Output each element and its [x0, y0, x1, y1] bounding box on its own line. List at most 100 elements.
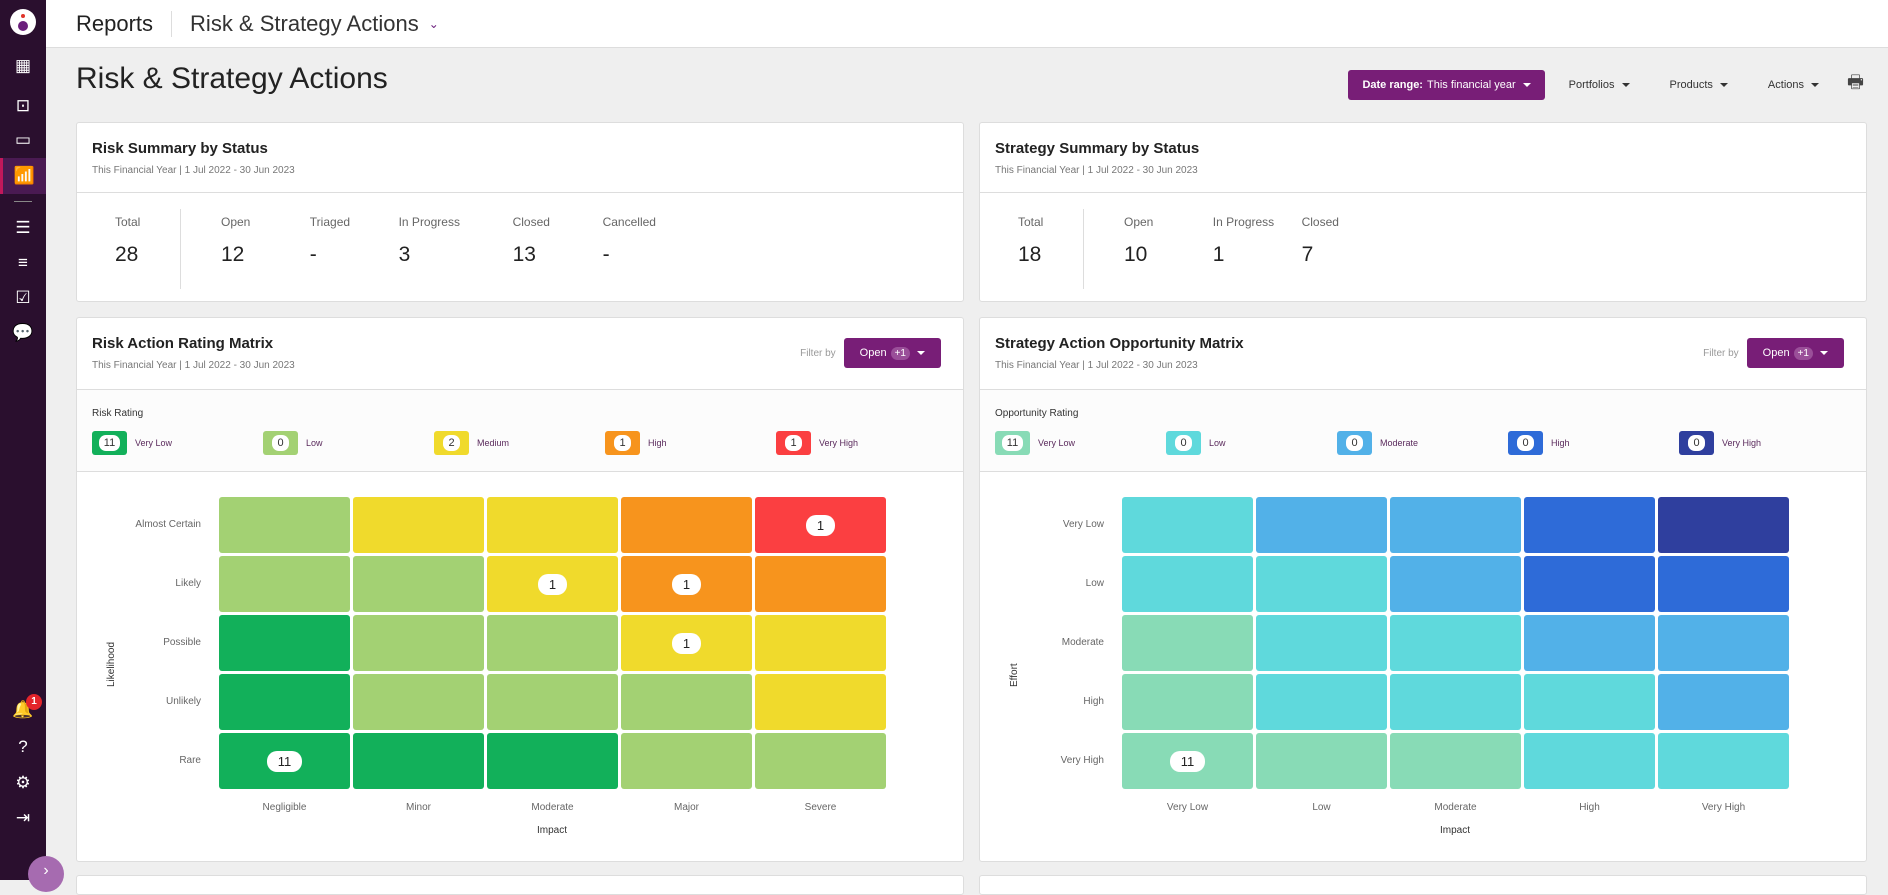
checklist-icon[interactable]: ☑ [0, 280, 46, 316]
legend-count: 0 [1346, 435, 1363, 451]
legend-name: High [648, 438, 667, 448]
matrix-cell[interactable] [1658, 497, 1789, 553]
actions-dropdown[interactable]: Actions [1768, 79, 1819, 91]
x-axis-title: Impact [1440, 825, 1471, 836]
calendar-icon[interactable]: ▭ [0, 122, 46, 158]
filter-control: Filter by Open +1 [800, 338, 941, 368]
matrix-cell[interactable] [621, 497, 752, 553]
matrix-grid: 1 1 1 1 11 [219, 497, 886, 789]
cell-count: 1 [671, 632, 702, 654]
matrix-cell[interactable] [1256, 733, 1387, 789]
inbox-icon[interactable]: ⊡ [0, 88, 46, 124]
matrix-cell[interactable] [1658, 556, 1789, 612]
filter-button[interactable]: Open +1 [1746, 338, 1844, 368]
matrix-cell[interactable] [621, 733, 752, 789]
matrix-cell[interactable] [487, 674, 618, 730]
expand-sidebar-button[interactable]: › [28, 856, 64, 892]
matrix-cell[interactable] [1122, 674, 1253, 730]
matrix-cell[interactable] [353, 615, 484, 671]
caret-down-icon [1811, 83, 1819, 88]
matrix-cell[interactable]: 1 [621, 556, 752, 612]
matrix-cell[interactable] [1122, 556, 1253, 612]
matrix-cell[interactable] [219, 674, 350, 730]
date-range-button[interactable]: Date range: This financial year [1348, 70, 1545, 100]
matrix-cell[interactable] [219, 556, 350, 612]
legend-name: Low [1209, 438, 1226, 448]
app-logo[interactable] [10, 9, 36, 35]
report-selector[interactable]: Risk & Strategy Actions [190, 11, 419, 37]
matrix-cell[interactable] [1390, 556, 1521, 612]
roadmap-icon[interactable]: ☰ [0, 210, 46, 246]
matrix-cell[interactable] [219, 497, 350, 553]
stat-cancelled: Cancelled - [603, 215, 699, 289]
matrix-cell[interactable] [1524, 733, 1655, 789]
matrix-cell[interactable] [1390, 674, 1521, 730]
filter-button[interactable]: Open +1 [843, 338, 941, 368]
matrix-cell[interactable] [1256, 556, 1387, 612]
matrix-cell[interactable] [353, 733, 484, 789]
matrix-cell[interactable]: 11 [219, 733, 350, 789]
matrix-cell[interactable] [1256, 497, 1387, 553]
matrix-cell[interactable] [755, 556, 886, 612]
matrix-cell[interactable] [755, 674, 886, 730]
logout-icon[interactable]: ⇥ [0, 800, 46, 836]
breadcrumb-reports[interactable]: Reports [76, 11, 153, 37]
matrix-cell[interactable] [1390, 733, 1521, 789]
matrix-cell[interactable] [353, 556, 484, 612]
matrix-cell[interactable] [1256, 674, 1387, 730]
matrix-cell[interactable] [1390, 497, 1521, 553]
stat-value: 10 [1124, 243, 1148, 266]
matrix-cell[interactable] [1658, 615, 1789, 671]
actions-label: Actions [1767, 79, 1804, 91]
matrix-cell[interactable] [1122, 615, 1253, 671]
col-label: Low [1312, 802, 1331, 813]
matrix-cell[interactable] [1658, 674, 1789, 730]
matrix-cell[interactable] [1524, 615, 1655, 671]
legend-swatch: 0 [263, 431, 298, 455]
portfolios-label: Portfolios [1568, 79, 1615, 91]
bell-icon[interactable]: 🔔 1 [0, 692, 46, 728]
strategy-summary-card: Strategy Summary by Status This Financial… [979, 122, 1867, 302]
matrix-cell[interactable] [487, 497, 618, 553]
stat-label: Cancelled [602, 215, 656, 229]
matrix-cell[interactable]: 11 [1122, 733, 1253, 789]
chevron-down-icon[interactable]: ⌄ [429, 17, 439, 31]
caret-down-icon [917, 351, 925, 355]
portfolios-dropdown[interactable]: Portfolios [1569, 79, 1630, 91]
matrix-cell[interactable] [1390, 615, 1521, 671]
matrix-cell[interactable] [755, 615, 886, 671]
matrix-cell[interactable]: 1 [621, 615, 752, 671]
dashboard-icon[interactable]: ▦ [0, 48, 46, 84]
help-icon[interactable]: ? [0, 729, 46, 765]
matrix-cell[interactable]: 1 [755, 497, 886, 553]
feedback-icon[interactable]: 💬 [0, 315, 46, 351]
matrix-cell[interactable] [353, 497, 484, 553]
matrix-cell[interactable] [219, 615, 350, 671]
tasks-icon[interactable]: ≡ [0, 245, 46, 281]
stat-value: - [309, 243, 317, 266]
status-stats: Total 28 Open 12 Triaged - In Progress 3 Closed 1… [77, 193, 963, 289]
matrix-cell[interactable] [755, 733, 886, 789]
print-icon[interactable]: 🖶 [1847, 70, 1864, 100]
legend-item: 0 Very High [1679, 431, 1850, 455]
col-label: Very High [1701, 802, 1746, 813]
stat-value: 18 [1018, 243, 1042, 266]
matrix-cell[interactable] [1524, 674, 1655, 730]
matrix-cell[interactable] [1524, 497, 1655, 553]
matrix-cell[interactable] [1524, 556, 1655, 612]
matrix-cell[interactable] [487, 733, 618, 789]
matrix-cell[interactable]: 1 [487, 556, 618, 612]
col-label: Moderate [531, 802, 574, 813]
stat-label: Open [221, 215, 251, 229]
gear-icon[interactable]: ⚙ [0, 765, 46, 801]
matrix-cell[interactable] [1122, 497, 1253, 553]
matrix-cell[interactable] [1658, 733, 1789, 789]
products-dropdown[interactable]: Products [1670, 79, 1728, 91]
matrix-cell[interactable] [621, 674, 752, 730]
stat-value: 13 [512, 243, 536, 266]
legend-swatch: 0 [1679, 431, 1714, 455]
matrix-cell[interactable] [353, 674, 484, 730]
matrix-cell[interactable] [487, 615, 618, 671]
matrix-cell[interactable] [1256, 615, 1387, 671]
reports-icon[interactable]: 📶 [0, 158, 46, 194]
